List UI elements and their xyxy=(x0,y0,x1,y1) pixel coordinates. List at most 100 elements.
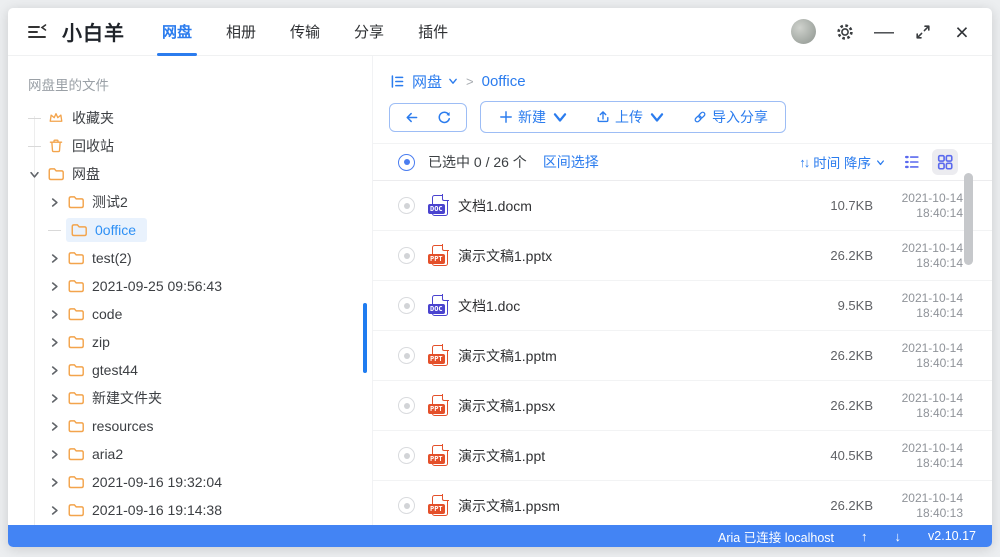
range-select-link[interactable]: 区间选择 xyxy=(543,152,599,172)
breadcrumb-root[interactable]: 网盘 xyxy=(412,71,442,92)
import-share-button[interactable]: 导入分享 xyxy=(692,107,768,127)
maximize-icon[interactable] xyxy=(913,22,933,42)
chevron-right-icon[interactable] xyxy=(44,248,64,268)
sort-control[interactable]: ↑↓ 时间 降序 xyxy=(799,152,885,172)
ppt-file-icon: PPT xyxy=(428,494,449,516)
file-datetime: 2021-10-14 18:40:14 xyxy=(901,340,963,370)
tab-share[interactable]: 分享 xyxy=(337,8,401,56)
radio-unselected-icon[interactable] xyxy=(398,397,415,414)
folder-icon xyxy=(67,277,85,295)
sidebar-item-label: 收藏夹 xyxy=(72,110,114,126)
sidebar-scrollbar-thumb[interactable] xyxy=(363,303,367,373)
chevron-right-icon[interactable] xyxy=(44,192,64,212)
radio-unselected-icon[interactable] xyxy=(398,447,415,464)
gear-icon[interactable] xyxy=(835,22,855,42)
file-row[interactable]: PPT 演示文稿1.pptm 26.2KB 2021-10-14 18:40:14 xyxy=(373,331,992,381)
main-tabs: 网盘 相册 传输 分享 插件 xyxy=(145,8,465,56)
sidebar-item-folder[interactable]: 测试2 xyxy=(8,188,372,216)
app-version: v2.10.17 xyxy=(928,529,976,543)
minimize-button[interactable]: — xyxy=(874,22,894,42)
radio-unselected-icon[interactable] xyxy=(398,197,415,214)
select-all-radio[interactable] xyxy=(398,153,415,171)
tab-transfer[interactable]: 传输 xyxy=(273,8,337,56)
sidebar: 网盘里的文件 收藏夹 回收站 网盘 测试2 0office test(2) 20… xyxy=(8,56,373,525)
file-size: 26.2KB xyxy=(830,248,873,263)
breadcrumb-current[interactable]: 0office xyxy=(482,73,526,90)
list-view-button[interactable] xyxy=(899,149,925,175)
file-row[interactable]: PPT 演示文稿1.ppsm 26.2KB 2021-10-14 18:40:13 xyxy=(373,481,992,525)
new-button[interactable]: 新建 xyxy=(498,107,568,127)
sidebar-item-folder[interactable]: code xyxy=(8,300,372,328)
file-name: 文档1.docm xyxy=(458,197,532,214)
folder-icon xyxy=(70,221,88,239)
chevron-right-icon[interactable] xyxy=(44,332,64,352)
sidebar-item-recycle-bin[interactable]: 回收站 xyxy=(8,132,372,160)
close-button[interactable]: × xyxy=(952,20,972,43)
avatar[interactable] xyxy=(791,19,816,44)
radio-unselected-icon[interactable] xyxy=(398,347,415,364)
sidebar-item-label: resources xyxy=(92,418,154,434)
file-row[interactable]: DOC 文档1.doc 9.5KB 2021-10-14 18:40:14 xyxy=(373,281,992,331)
chevron-right-icon[interactable] xyxy=(44,304,64,324)
sidebar-item-folder[interactable]: test(2) xyxy=(8,244,372,272)
chevron-right-icon[interactable] xyxy=(44,444,64,464)
chevron-down-icon[interactable] xyxy=(24,164,44,184)
sidebar-item-folder-partial[interactable] xyxy=(8,524,372,525)
file-datetime: 2021-10-14 18:40:13 xyxy=(901,490,963,520)
file-size: 26.2KB xyxy=(830,398,873,413)
collapse-menu-icon[interactable] xyxy=(26,21,48,43)
chevron-right-icon[interactable] xyxy=(44,500,64,520)
chevron-right-icon[interactable] xyxy=(44,360,64,380)
tab-album[interactable]: 相册 xyxy=(209,8,273,56)
action-button-group: 新建 上传 导入分享 xyxy=(480,101,786,133)
sidebar-item-label: 2021-09-16 19:32:04 xyxy=(92,474,222,490)
sidebar-item-folder[interactable]: gtest44 xyxy=(8,356,372,384)
sidebar-item-label: 2021-09-16 19:14:38 xyxy=(92,502,222,518)
file-list-scrollbar-thumb[interactable] xyxy=(964,173,973,265)
chevron-right-icon[interactable] xyxy=(44,388,64,408)
chevron-right-icon[interactable] xyxy=(44,472,64,492)
grid-view-button-active[interactable] xyxy=(932,149,958,175)
link-icon xyxy=(692,109,708,125)
tab-drive[interactable]: 网盘 xyxy=(145,8,209,56)
sidebar-item-folder[interactable]: 2021-09-16 19:14:38 xyxy=(8,496,372,524)
file-row[interactable]: PPT 演示文稿1.ppsx 26.2KB 2021-10-14 18:40:14 xyxy=(373,381,992,431)
doc-file-icon: DOC xyxy=(428,194,449,216)
tab-plugins[interactable]: 插件 xyxy=(401,8,465,56)
sidebar-item-folder[interactable]: resources xyxy=(8,412,372,440)
chevron-right-icon[interactable] xyxy=(44,416,64,436)
sidebar-item-drive-root[interactable]: 网盘 xyxy=(8,160,372,188)
tree-dash xyxy=(27,145,41,147)
file-datetime: 2021-10-14 18:40:14 xyxy=(901,290,963,320)
file-row[interactable]: DOC 文档1.docm 10.7KB 2021-10-14 18:40:14 xyxy=(373,181,992,231)
back-icon[interactable] xyxy=(403,109,420,126)
sidebar-item-folder[interactable]: 新建文件夹 xyxy=(8,384,372,412)
upload-button[interactable]: 上传 xyxy=(595,107,665,127)
file-row[interactable]: PPT 演示文稿1.pptx 26.2KB 2021-10-14 18:40:14 xyxy=(373,231,992,281)
sidebar-item-folder[interactable]: 2021-09-25 09:56:43 xyxy=(8,272,372,300)
sidebar-item-folder[interactable]: aria2 xyxy=(8,440,372,468)
radio-unselected-icon[interactable] xyxy=(398,297,415,314)
folder-tree: 收藏夹 回收站 网盘 测试2 0office test(2) 2021-09-2… xyxy=(8,104,372,525)
selection-bar: 已选中 0 / 26 个 区间选择 ↑↓ 时间 降序 xyxy=(373,143,992,181)
radio-unselected-icon[interactable] xyxy=(398,247,415,264)
app-window: 小白羊 网盘 相册 传输 分享 插件 — × 网盘里的文件 收藏夹 回收站 网盘… xyxy=(8,8,992,547)
ppt-file-icon: PPT xyxy=(428,344,449,366)
chevron-down-icon[interactable] xyxy=(448,76,458,86)
aria-connection-status: Aria 已连接 localhost xyxy=(718,530,835,545)
sidebar-item-folder[interactable]: 2021-09-16 19:32:04 xyxy=(8,468,372,496)
upload-speed-arrow-icon[interactable]: ↑ xyxy=(861,529,868,544)
file-row[interactable]: PPT 演示文稿1.ppt 40.5KB 2021-10-14 18:40:14 xyxy=(373,431,992,481)
radio-unselected-icon[interactable] xyxy=(398,497,415,514)
sidebar-item-favorites[interactable]: 收藏夹 xyxy=(8,104,372,132)
file-size: 26.2KB xyxy=(830,498,873,513)
sidebar-item-label: gtest44 xyxy=(92,362,138,378)
sidebar-item-label: zip xyxy=(92,334,110,350)
download-speed-arrow-icon[interactable]: ↓ xyxy=(895,529,902,544)
main-panel: 网盘 > 0office 新建 上传 导入分享 已选中 0 / 26 个 区间选… xyxy=(373,56,992,525)
selection-count: 已选中 0 / 26 个 xyxy=(428,154,527,170)
refresh-icon[interactable] xyxy=(436,109,453,126)
chevron-right-icon[interactable] xyxy=(44,276,64,296)
sidebar-item-0office-selected[interactable]: 0office xyxy=(8,216,372,244)
sidebar-item-folder[interactable]: zip xyxy=(8,328,372,356)
